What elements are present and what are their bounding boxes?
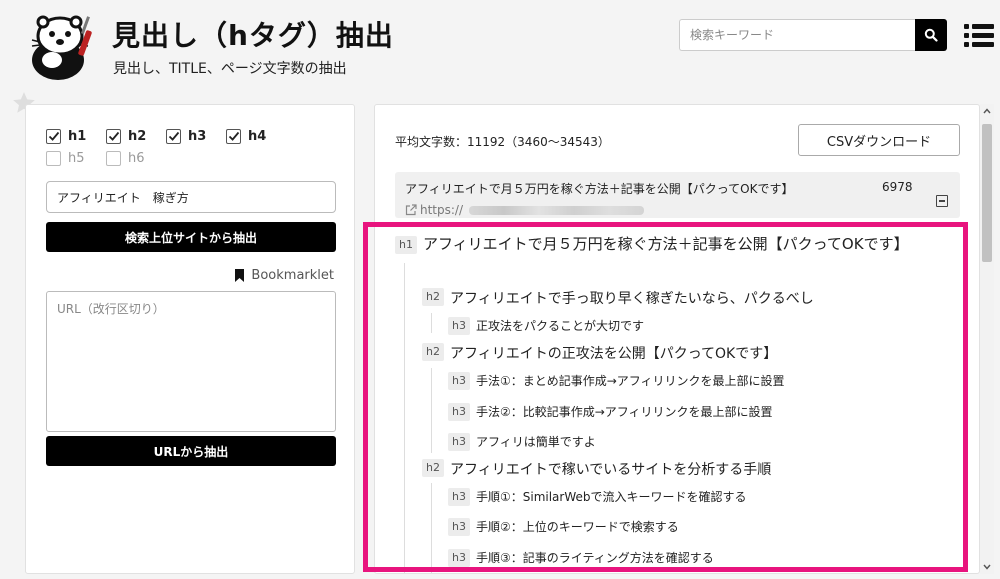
- heading-tag: h3: [448, 518, 470, 536]
- scroll-up-arrow[interactable]: [980, 104, 994, 118]
- result-char-count: 6978: [882, 180, 913, 194]
- heading-item-h3: h3 正攻法をパクることが大切です: [448, 317, 644, 335]
- menu-button[interactable]: [964, 22, 994, 48]
- checkbox-h6[interactable]: h6: [106, 150, 166, 166]
- bookmarklet-label: Bookmarklet: [251, 268, 334, 283]
- page-title: 見出し（hタグ）抽出: [112, 19, 394, 52]
- search-bar: [679, 19, 947, 51]
- url-list-textarea[interactable]: [46, 291, 336, 432]
- results-panel: 平均文字数：11192（3460～34543） CSVダウンロード アフィリエイ…: [374, 104, 980, 574]
- heading-item-h2: h2 アフィリエイトで稼いでいるサイトを分析する手順: [422, 459, 771, 479]
- average-char-count: 平均文字数：11192（3460～34543）: [395, 135, 610, 149]
- heading-item-h1: h1 アフィリエイトで月５万円を稼ぐ方法＋記事を公開【パクってOKです】: [395, 233, 943, 255]
- settings-panel: h1 h2 h3 h4 h5 h6 アフィリエイト 稼ぎ方 検索上位サイトから抽…: [25, 104, 355, 574]
- heading-tag: h3: [448, 549, 470, 567]
- heading-level-filters: h1 h2 h3 h4 h5 h6: [46, 125, 346, 169]
- heading-tag: h2: [422, 343, 444, 361]
- heading-tag: h3: [448, 488, 470, 506]
- heading-tag: h2: [422, 288, 444, 306]
- result-header: アフィリエイトで月５万円を稼ぐ方法＋記事を公開【パクってOKです】 6978 h…: [395, 172, 960, 218]
- chevron-down-icon: [983, 564, 991, 570]
- scroll-thumb[interactable]: [982, 124, 992, 262]
- heading-tag: h3: [448, 372, 470, 390]
- heading-text: 手法②：比較記事作成→アフィリリンクを最上部に設置: [475, 405, 773, 419]
- search-input[interactable]: [679, 19, 915, 51]
- checkbox-h2[interactable]: h2: [106, 128, 166, 144]
- collapse-button[interactable]: [936, 195, 948, 207]
- search-icon: [924, 28, 938, 42]
- heading-text: アフィリエイトで手っ取り早く稼ぎたいなら、パクるべし: [449, 291, 814, 307]
- result-url-link[interactable]: https://: [405, 203, 645, 217]
- otter-mascot-logo: [30, 12, 102, 80]
- tree-line: [431, 313, 432, 333]
- heading-item-h3: h3 アフィリは簡単ですよ: [448, 433, 596, 451]
- heading-text: アフィリエイトで稼いでいるサイトを分析する手順: [449, 462, 772, 478]
- heading-text: アフィリエイトの正攻法を公開【パクってOKです】: [449, 346, 778, 362]
- checkbox-h5[interactable]: h5: [46, 150, 106, 166]
- heading-item-h2: h2 アフィリエイトの正攻法を公開【パクってOKです】: [422, 343, 777, 363]
- checkmark-icon: [168, 131, 179, 141]
- extract-from-search-button[interactable]: 検索上位サイトから抽出: [46, 222, 336, 252]
- tree-line: [431, 368, 432, 453]
- heading-item-h3: h3 手順③：記事のライティング方法を確認する: [448, 549, 714, 567]
- heading-item-h3: h3 手法②：比較記事作成→アフィリリンクを最上部に設置: [448, 403, 773, 421]
- checkmark-icon: [108, 131, 119, 141]
- extract-from-url-button[interactable]: URLから抽出: [46, 436, 336, 466]
- checkbox-h3[interactable]: h3: [166, 128, 226, 144]
- blurred-url: [469, 205, 645, 215]
- heading-tag: h2: [422, 459, 444, 477]
- heading-text: 手法①：まとめ記事作成→アフィリリンクを最上部に設置: [475, 374, 785, 388]
- tree-line: [431, 483, 432, 573]
- heading-text: 正攻法をパクることが大切です: [475, 319, 644, 333]
- scrollbar[interactable]: [980, 104, 994, 574]
- checkbox-h4[interactable]: h4: [226, 128, 286, 144]
- tree-line: [404, 263, 405, 573]
- heading-text: アフィリエイトで月５万円を稼ぐ方法＋記事を公開【パクってOKです】: [422, 235, 909, 253]
- result-url-text: https://: [420, 203, 464, 217]
- external-link-icon: [405, 204, 417, 216]
- heading-tag: h3: [448, 433, 470, 451]
- bookmarklet-link[interactable]: Bookmarklet: [234, 268, 334, 283]
- checkmark-icon: [228, 131, 239, 141]
- checkbox-h1[interactable]: h1: [46, 128, 106, 144]
- heading-text: 手順①：SimilarWebで流入キーワードを確認する: [475, 490, 747, 504]
- list-menu-icon: [964, 24, 994, 47]
- page-subtitle: 見出し、TITLE、ページ文字数の抽出: [113, 61, 347, 77]
- scroll-down-arrow[interactable]: [980, 560, 994, 574]
- checkmark-icon: [48, 131, 59, 141]
- csv-download-button[interactable]: CSVダウンロード: [798, 124, 960, 156]
- result-page-title[interactable]: アフィリエイトで月５万円を稼ぐ方法＋記事を公開【パクってOKです】: [405, 180, 793, 197]
- heading-item-h2: h2 アフィリエイトで手っ取り早く稼ぎたいなら、パクるべし: [422, 288, 814, 308]
- heading-item-h3: h3 手順②：上位のキーワードで検索する: [448, 518, 679, 536]
- heading-text: 手順③：記事のライティング方法を確認する: [475, 551, 714, 565]
- keyword-input[interactable]: [46, 181, 336, 213]
- heading-tag: h3: [448, 317, 470, 335]
- heading-item-h3: h3 手順①：SimilarWebで流入キーワードを確認する: [448, 488, 747, 506]
- heading-tag: h3: [448, 403, 470, 421]
- search-button[interactable]: [915, 19, 947, 51]
- heading-tag: h1: [395, 236, 417, 254]
- heading-text: アフィリは簡単ですよ: [475, 435, 596, 449]
- bookmark-icon: [235, 269, 245, 282]
- heading-text: 手順②：上位のキーワードで検索する: [475, 520, 679, 534]
- heading-item-h3: h3 手法①：まとめ記事作成→アフィリリンクを最上部に設置: [448, 372, 785, 390]
- chevron-up-icon: [983, 108, 991, 114]
